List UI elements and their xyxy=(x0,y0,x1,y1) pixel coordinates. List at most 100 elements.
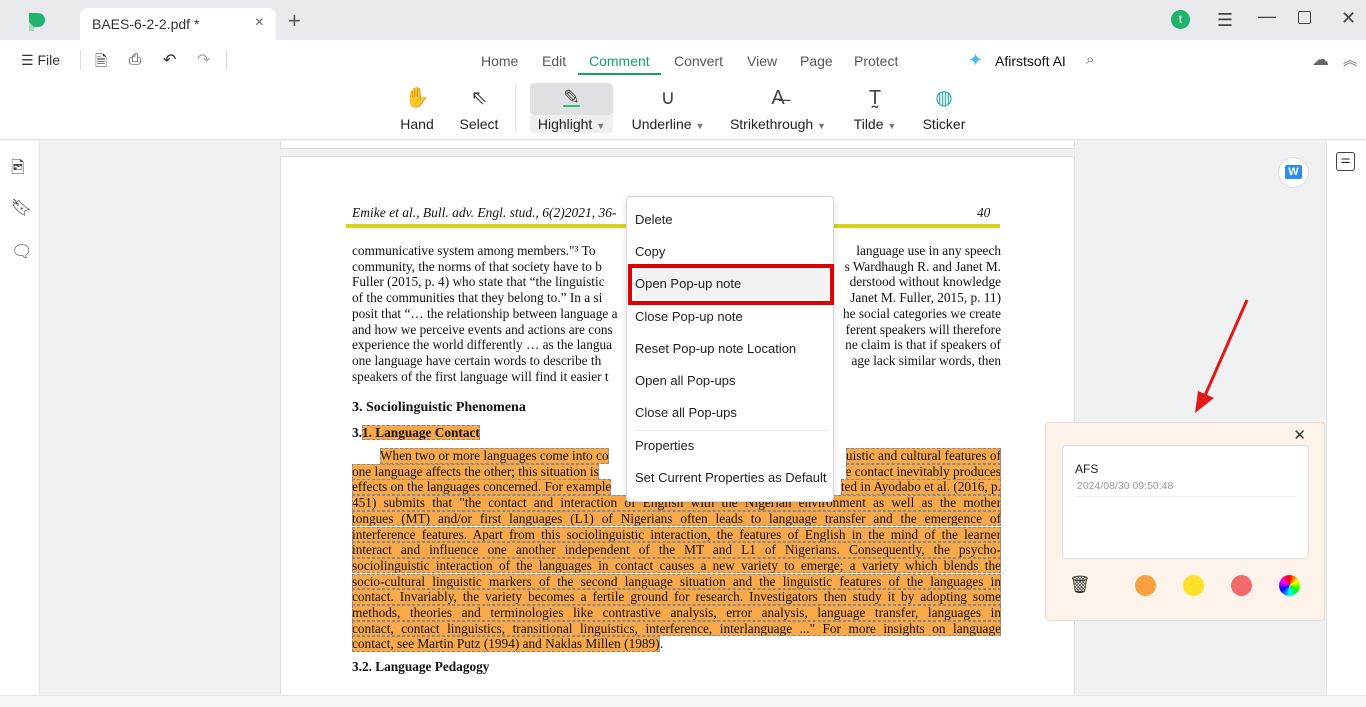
app-logo-icon xyxy=(29,13,45,31)
underline-tool[interactable]: ∪ Underline ▼ xyxy=(628,84,708,132)
heading-number: 3. xyxy=(352,425,362,440)
color-red-swatch[interactable] xyxy=(1231,575,1252,596)
hand-icon: ✋ xyxy=(404,87,430,109)
section-heading: 3. Sociolinguistic Phenomena xyxy=(352,400,526,415)
text-fragment[interactable]: contact. Invariably, the variety becomes… xyxy=(352,589,1001,605)
chevron-down-icon[interactable]: ▼ xyxy=(887,121,896,131)
text-fragment[interactable]: ted in Ayodabo et al. (2016, p. xyxy=(840,479,1001,496)
tilde-tool[interactable]: T̰ Tilde ▼ xyxy=(850,84,900,132)
text-fragment[interactable]: effects on the languages concerned. For … xyxy=(352,479,612,496)
divider xyxy=(226,50,227,70)
context-menu: Delete Copy Open Pop-up note Close Pop-u… xyxy=(626,196,834,502)
text-fragment: . xyxy=(660,636,664,652)
page-number: 40 xyxy=(977,205,991,220)
menu-item-properties[interactable]: Properties xyxy=(635,431,829,461)
document-tab[interactable]: BAES-6-2-2.pdf * × xyxy=(80,8,276,40)
thumbnail-icon[interactable]: 🖻 xyxy=(11,155,25,184)
chevron-down-icon[interactable]: ▼ xyxy=(596,121,605,131)
tab-home[interactable]: Home xyxy=(481,53,518,69)
tilde-icon: T̰ xyxy=(868,87,882,109)
menu-item-close-all-popups[interactable]: Close all Pop-ups xyxy=(635,398,829,428)
text-line: interference features. Apart from this s… xyxy=(352,526,1001,543)
undo-icon[interactable]: ↶ xyxy=(163,50,176,70)
close-note-icon[interactable]: ✕ xyxy=(1293,426,1306,444)
trash-icon[interactable]: 🗑︎ xyxy=(1069,575,1091,595)
text-fragment[interactable]: interference features. Apart from this s… xyxy=(352,526,1001,543)
text-fragment[interactable]: tongues (MT) and/or first languages (L1)… xyxy=(352,510,1001,527)
text-fragment[interactable]: socio-cultural linguistic markers of the… xyxy=(352,573,1001,590)
tab-view[interactable]: View xyxy=(747,53,777,69)
properties-panel-icon[interactable]: ⚌ xyxy=(1336,152,1355,171)
print-icon[interactable]: ⎙ xyxy=(129,51,141,68)
text-fragment[interactable]: interact and influence one another indep… xyxy=(352,542,1001,558)
redo-icon[interactable]: ↷ xyxy=(197,50,210,70)
ai-button[interactable]: Afirstsoft AI xyxy=(995,53,1066,69)
menu-item-copy[interactable]: Copy xyxy=(635,237,829,267)
translate-icon[interactable]: W xyxy=(1278,157,1309,188)
previous-page xyxy=(280,141,1075,149)
tab-protect[interactable]: Protect xyxy=(854,53,898,69)
file-menu-button[interactable]: ☰ File xyxy=(21,52,60,69)
color-orange-swatch[interactable] xyxy=(1135,575,1156,596)
menu-item-delete[interactable]: Delete xyxy=(635,205,829,235)
text-fragment[interactable]: uistic and cultural features of xyxy=(845,448,1001,464)
highlighter-icon: ✎ xyxy=(563,87,580,109)
strikethrough-tool[interactable]: A̶ Strikethrough ▼ xyxy=(726,84,830,132)
status-bar xyxy=(0,695,1366,707)
color-picker-icon[interactable] xyxy=(1279,575,1300,596)
new-tab-button[interactable]: + xyxy=(288,8,301,34)
save-icon[interactable]: 🗎 xyxy=(95,51,107,76)
search-icon[interactable]: ⌕ xyxy=(1086,51,1094,68)
menu-item-open-all-popups[interactable]: Open all Pop-ups xyxy=(635,366,829,396)
collapse-ribbon-icon[interactable]: ︽ xyxy=(1343,50,1357,70)
tab-page[interactable]: Page xyxy=(800,53,833,69)
chevron-down-icon[interactable]: ▼ xyxy=(695,121,704,131)
tab-convert[interactable]: Convert xyxy=(674,53,723,69)
text-fragment: age lack similar words, then xyxy=(851,352,1001,368)
text-fragment: one language have certain words to descr… xyxy=(352,352,602,368)
menu-item-close-popup-note[interactable]: Close Pop-up note xyxy=(635,302,829,332)
tab-edit[interactable]: Edit xyxy=(542,53,566,69)
chevron-down-icon[interactable]: ▼ xyxy=(817,121,826,131)
text-fragment: speakers of the first language will find… xyxy=(352,368,609,384)
text-fragment[interactable]: contact, see Martin Putz (1994) and Nakl… xyxy=(352,636,660,653)
text-line: tongues (MT) and/or first languages (L1)… xyxy=(352,510,1001,527)
avatar[interactable]: t xyxy=(1171,10,1190,29)
note-timestamp: 2024/08/30 09:50:48 xyxy=(1077,480,1174,492)
text-fragment[interactable]: When two or more languages come into co xyxy=(380,448,609,464)
text-fragment[interactable]: methods, theories and terminologies like… xyxy=(352,605,1001,621)
text-fragment[interactable]: e contact inevitably produces xyxy=(845,463,1001,480)
underline-icon: ∪ xyxy=(660,87,676,109)
tool-label: Sticker xyxy=(922,116,966,132)
popup-note: ✕ AFS 2024/08/30 09:50:48 🗑︎ xyxy=(1045,422,1325,621)
bookmark-icon[interactable]: 🔖︎ xyxy=(11,198,33,218)
note-content-box[interactable]: AFS 2024/08/30 09:50:48 xyxy=(1062,445,1309,559)
highlight-tool[interactable]: ✎ Highlight ▼ xyxy=(530,84,613,132)
color-yellow-swatch[interactable] xyxy=(1183,575,1204,596)
divider xyxy=(80,50,81,70)
text-fragment: Janet M. Fuller, 2015, p. 11) xyxy=(850,290,1001,306)
text-fragment[interactable]: one language affects the other; this sit… xyxy=(352,463,599,480)
cloud-upload-icon[interactable]: ☁ xyxy=(1312,50,1329,70)
hand-tool[interactable]: ✋ Hand xyxy=(396,84,438,132)
sticker-tool[interactable]: ◍ Sticker xyxy=(920,84,968,132)
hamburger-icon: ☰ xyxy=(21,52,38,68)
text-fragment[interactable]: sociolinguistic interaction of the langu… xyxy=(352,557,1001,574)
menu-icon[interactable]: ☰ xyxy=(1217,10,1233,31)
menu-item-set-default[interactable]: Set Current Properties as Default xyxy=(635,463,829,493)
highlighted-heading[interactable]: 1. Language Contact xyxy=(361,425,480,440)
sticker-icon: ◍ xyxy=(935,87,953,109)
menu-item-reset-popup-location[interactable]: Reset Pop-up note Location xyxy=(635,334,829,364)
text-fragment: of the communities that they belong to.”… xyxy=(352,290,603,306)
document-tab-title: BAES-6-2-2.pdf * xyxy=(92,16,200,32)
select-tool[interactable]: ⇖ Select xyxy=(456,84,502,132)
tool-label: Underline xyxy=(631,116,692,132)
minimize-icon[interactable]: — xyxy=(1258,6,1276,27)
comment-list-icon[interactable]: 🗨︎ xyxy=(11,242,33,262)
close-tab-icon[interactable]: × xyxy=(255,14,264,32)
ai-sparkle-icon: ✦ xyxy=(968,50,984,70)
tab-comment[interactable]: Comment xyxy=(578,53,661,75)
close-window-icon[interactable]: ✕ xyxy=(1341,8,1356,29)
restore-icon[interactable] xyxy=(1298,11,1311,24)
text-fragment[interactable]: contact, contact linguistics, transition… xyxy=(352,620,1001,637)
